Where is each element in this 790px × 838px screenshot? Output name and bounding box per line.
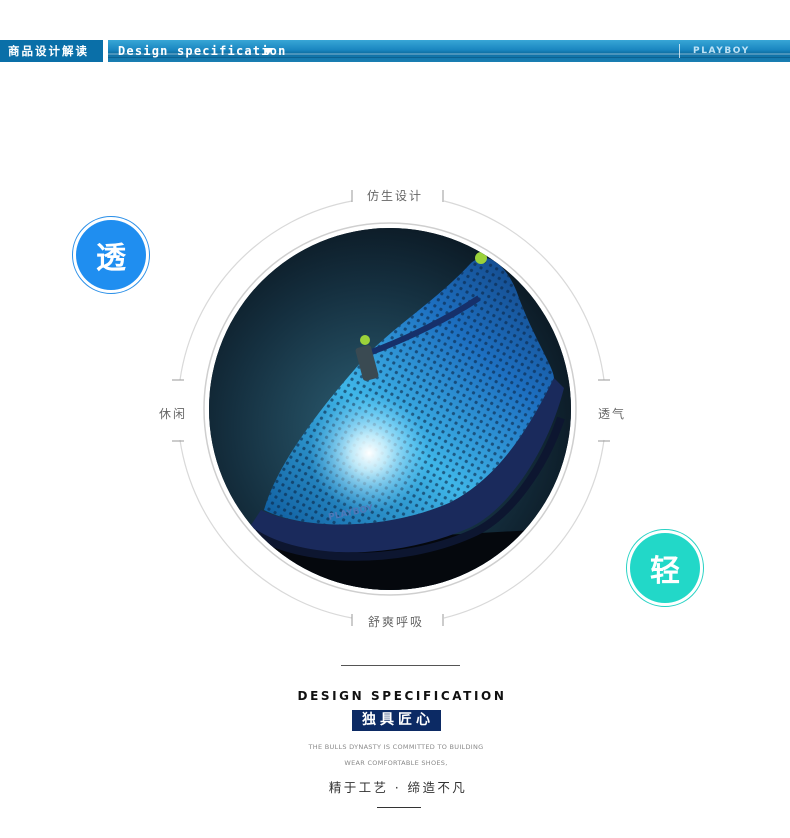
spec-title-en: DESIGN SPECIFICATION: [297, 689, 507, 703]
divider-bottom: [377, 807, 421, 808]
feature-label-left: 休闲: [159, 407, 188, 421]
feature-label-bottom: 舒爽呼吸: [368, 615, 425, 629]
shoe-illustration: PLAYBOY: [209, 228, 571, 590]
spec-tagline-line2: WEAR COMFORTABLE SHOES,: [344, 759, 448, 767]
feature-label-right: 透气: [598, 407, 627, 421]
product-photo: PLAYBOY: [209, 228, 571, 590]
badge-transparent-char: 透: [76, 220, 146, 290]
spec-slogan: 精于工艺 · 缔造不凡: [328, 780, 468, 795]
divider-top: [341, 665, 460, 666]
badge-light-char: 轻: [630, 533, 700, 603]
spec-title-cn: 独具匠心: [352, 710, 441, 731]
feature-label-top: 仿生设计: [367, 189, 424, 203]
spec-tagline-line1: THE BULLS DYNASTY IS COMMITTED TO BUILDI…: [308, 743, 484, 751]
badge-light: 轻: [626, 529, 704, 607]
badge-transparent: 透: [72, 216, 150, 294]
